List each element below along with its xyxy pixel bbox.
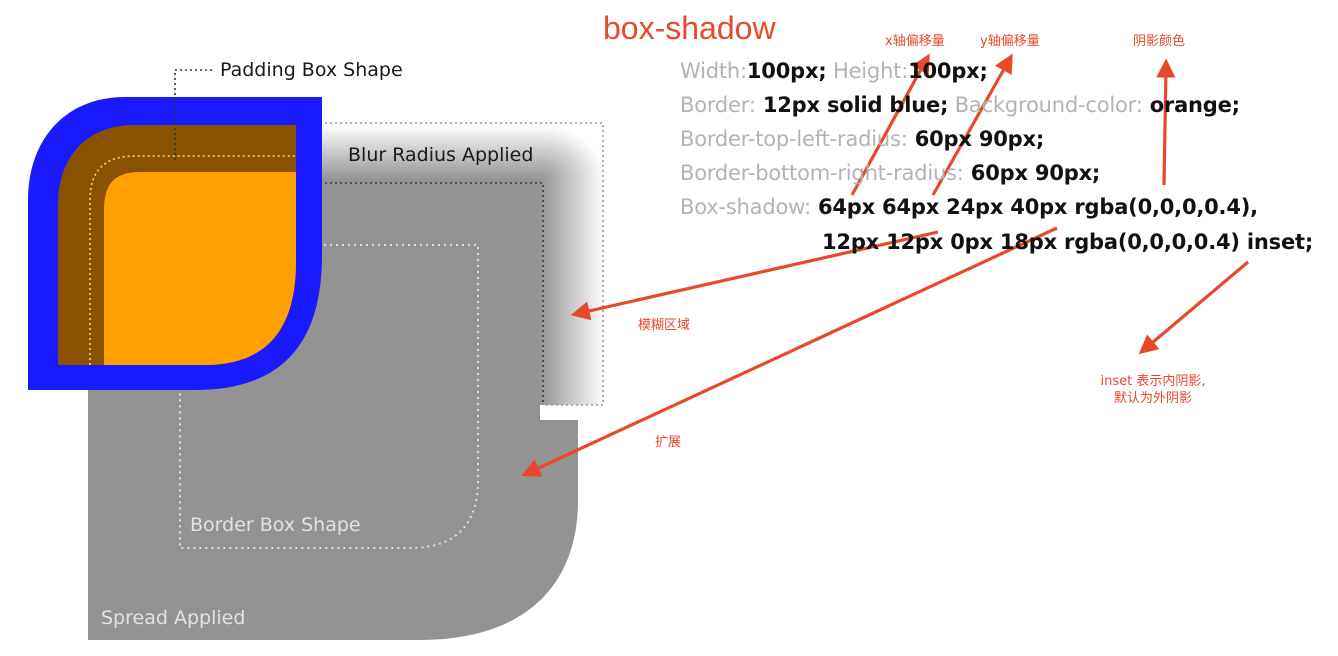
box-shadow-outer-value: 64px 64px 24px 40px rgba(0,0,0,0.4),	[810, 195, 1258, 219]
top-left-radius-key: Border-top-left-radius:	[680, 127, 908, 151]
code-line-box-shadow: Box-shadow: 64px 64px 24px 40px rgba(0,0…	[680, 197, 1258, 218]
bottom-right-radius-key: Border-bottom-right-radius:	[680, 161, 964, 185]
width-value: 100px;	[746, 59, 827, 83]
blur-fade-right	[540, 180, 605, 405]
inset-arrow	[1138, 260, 1250, 355]
code-line-top-left-radius: Border-top-left-radius: 60px 90px;	[680, 129, 1044, 150]
code-line-bottom-right-radius: Border-bottom-right-radius: 60px 90px;	[680, 163, 1100, 184]
border-box-label: Border Box Shape	[190, 514, 361, 536]
background-value: orange;	[1142, 93, 1240, 117]
box-shadow-key: Box-shadow:	[680, 195, 811, 219]
inset-note-line1: inset 表示内阴影,	[1100, 374, 1206, 389]
code-line-size: Width:100px; Height:100px;	[680, 61, 988, 82]
padding-fill	[104, 172, 296, 365]
inset-note: inset 表示内阴影, 默认为外阴影	[1078, 373, 1228, 407]
x-offset-label: x轴偏移量	[885, 34, 945, 49]
spread-label: 扩展	[655, 435, 682, 450]
y-offset-label: y轴偏移量	[980, 34, 1040, 49]
top-left-radius-value: 60px 90px;	[907, 127, 1045, 151]
padding-box-label: Padding Box Shape	[220, 59, 403, 81]
background-key: Background-color:	[948, 93, 1143, 117]
shadow-color-arrow	[1156, 58, 1176, 186]
shadow-color-label: 阴影颜色	[1133, 34, 1186, 49]
width-key: Width:	[680, 59, 747, 83]
bottom-right-radius-value: 60px 90px;	[963, 161, 1101, 185]
code-line-border: Border: 12px solid blue; Background-colo…	[680, 95, 1240, 116]
box-shadow-inset-value: 12px 12px 0px 18px rgba(0,0,0,0.4) inset…	[822, 230, 1314, 254]
blur-radius-label: Blur Radius Applied	[348, 144, 534, 166]
blur-fade-corner	[540, 125, 605, 180]
diagram-title: box-shadow	[603, 10, 776, 46]
border-value: 12px solid blue;	[755, 93, 949, 117]
border-key: Border:	[680, 93, 756, 117]
height-value: 100px;	[908, 59, 988, 83]
code-line-box-shadow-inset: 12px 12px 0px 18px rgba(0,0,0,0.4) inset…	[822, 232, 1313, 253]
height-key: Height:	[826, 59, 909, 83]
inset-note-line2: 默认为外阴影	[1113, 391, 1192, 406]
spread-applied-label: Spread Applied	[101, 607, 246, 629]
blur-area-label: 模糊区域	[638, 318, 691, 333]
